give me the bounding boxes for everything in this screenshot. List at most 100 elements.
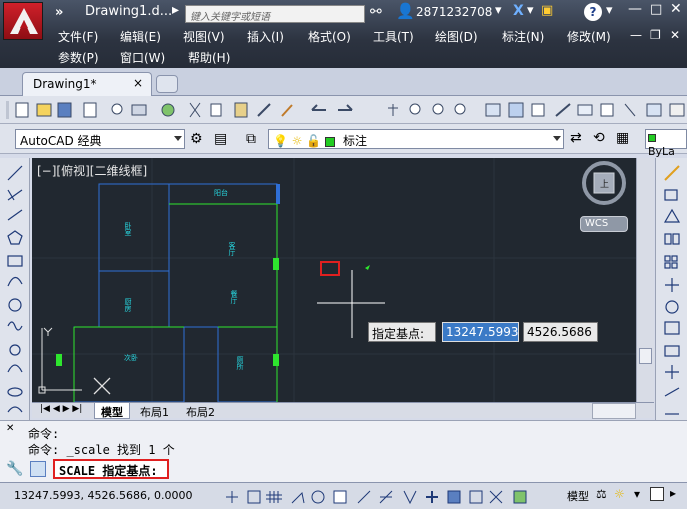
room-label-living: 客厅	[228, 241, 236, 256]
status-bar: 13247.5993, 4526.5686, 0.0000 模型 ⚖ ☼ ▾ ▸	[0, 482, 687, 509]
viewcube[interactable]: 上	[582, 161, 626, 205]
command-input[interactable]: SCALE 指定基点:	[53, 459, 169, 479]
layer-state-icon[interactable]: ▦	[616, 130, 629, 146]
draw-toolbar-icons	[7, 165, 23, 413]
blue-walls	[73, 183, 278, 402]
command-window-close-icon[interactable]: ✕	[6, 423, 14, 434]
quick-access-expand[interactable]: »	[55, 5, 63, 20]
scroll-thumb[interactable]	[639, 348, 652, 364]
menu-view[interactable]: 视图(V)	[183, 28, 225, 45]
menu-format[interactable]: 格式(O)	[308, 28, 351, 45]
make-current-layer-icon[interactable]: ⇄	[570, 130, 582, 146]
maximize-icon[interactable]: □	[650, 2, 662, 17]
menu-parametric[interactable]: 参数(P)	[58, 49, 99, 66]
viewport-controls-label[interactable]: [−][俯视][二维线框]	[37, 162, 147, 179]
menu-file[interactable]: 文件(F)	[58, 28, 98, 45]
search-input[interactable]: 键入关键字或短语	[185, 5, 365, 23]
layer-previous-icon[interactable]: ⟲	[593, 130, 605, 146]
recent-commands-icon[interactable]	[30, 461, 46, 477]
layer-name: 标注	[342, 134, 367, 148]
menu-dimension[interactable]: 标注(N)	[502, 28, 544, 45]
layer-select[interactable]: 💡 ☼ 🔓 标注	[268, 129, 564, 149]
horizontal-scroll-thumb[interactable]	[592, 403, 636, 419]
layer-toolbar: AutoCAD 经典 ⚙ ▤ ⧉ 💡 ☼ 🔓 标注 ⇄ ⟲ ▦ ByLa	[0, 124, 687, 158]
autocad-logo-icon	[10, 8, 38, 34]
wcs-menu[interactable]: WCS	[580, 216, 628, 232]
title-dropdown-icon-2[interactable]: ▾	[527, 3, 534, 18]
file-tab-strip: Drawing1* ×	[0, 68, 687, 96]
clean-screen-icon[interactable]	[650, 487, 664, 501]
annotation-scale-icon[interactable]: ⚖	[596, 487, 607, 501]
doc-close-icon[interactable]: ✕	[670, 28, 680, 42]
minimize-icon[interactable]: —	[628, 1, 642, 17]
model-space-toggle[interactable]: 模型	[567, 488, 589, 504]
workspace-settings-gear-icon[interactable]: ⚙	[190, 131, 203, 147]
drawing-geometry: 阳台 卧室 客厅 餐厅 厨房 次卧 厕所 上	[32, 158, 654, 402]
highlight-marker	[320, 261, 340, 276]
room-label-dining: 餐厅	[230, 289, 238, 304]
color-select[interactable]: ByLa	[645, 129, 687, 158]
room-label-balcony: 阳台	[214, 188, 228, 197]
new-tab-button[interactable]	[156, 75, 178, 93]
binoculars-icon[interactable]: ⚯	[370, 4, 382, 20]
title-expand-icon[interactable]: ▸	[172, 2, 179, 18]
layer-color-swatch	[325, 136, 336, 147]
workspace-select[interactable]: AutoCAD 经典	[15, 129, 185, 149]
menu-draw[interactable]: 绘图(D)	[435, 28, 478, 45]
close-icon[interactable]: ✕	[670, 1, 682, 17]
status-menu-icon[interactable]: ▾	[634, 487, 640, 501]
wrench-icon[interactable]: 🔧	[6, 461, 23, 477]
document-title: Drawing1.d...	[85, 4, 173, 19]
command-history-line-2: 命令: _scale 找到 1 个	[28, 443, 175, 457]
green-point	[365, 265, 370, 270]
command-history-line-1: 命令:	[28, 427, 60, 441]
help-dropdown-icon[interactable]: ▾	[606, 3, 613, 18]
menu-insert[interactable]: 插入(I)	[247, 28, 284, 45]
modify-toolbar-icons	[663, 165, 681, 415]
menu-modify[interactable]: 修改(M)	[567, 28, 611, 45]
status-more-icon[interactable]: ▸	[670, 486, 676, 500]
title-dropdown-icon[interactable]: ▾	[495, 3, 502, 18]
lightbulb-icon: 💡	[273, 134, 288, 148]
exchange-x-icon[interactable]: X	[513, 3, 524, 19]
workspace-value: AutoCAD 经典	[20, 134, 102, 148]
drawing-canvas[interactable]: 阳台 卧室 客厅 餐厅 厨房 次卧 厕所 上 [−][俯视][二维线框] WCS…	[32, 158, 654, 402]
menu-tools[interactable]: 工具(T)	[373, 28, 414, 45]
user-icon[interactable]: 👤	[396, 2, 415, 20]
dynamic-input-prompt: 指定基点:	[368, 322, 436, 342]
sun-icon: ☼	[291, 134, 303, 148]
doc-restore-icon[interactable]: ❐	[650, 28, 661, 42]
room-label-bedroom: 卧室	[124, 222, 132, 236]
layout-nav-first-icon[interactable]: |◀ ◀ ▶ ▶|	[34, 403, 88, 419]
help-icon[interactable]: ?	[584, 3, 602, 21]
app-store-icon[interactable]: ▣	[541, 3, 553, 18]
annotation-visibility-icon[interactable]: ☼	[614, 487, 625, 501]
workspace-toggle-icon[interactable]: ▤	[214, 131, 227, 147]
layout-tab-model[interactable]: 模型	[94, 403, 130, 419]
chevron-down-icon	[553, 136, 561, 141]
doc-minimize-icon[interactable]: —	[630, 28, 642, 42]
dynamic-input-x-field[interactable]: 13247.5993	[442, 322, 519, 342]
menu-edit[interactable]: 编辑(E)	[120, 28, 161, 45]
menu-window[interactable]: 窗口(W)	[120, 49, 165, 66]
layout-tab-layout2[interactable]: 布局2	[180, 403, 221, 419]
room-label-kitchen: 厨房	[124, 298, 132, 313]
menu-help[interactable]: 帮助(H)	[188, 49, 230, 66]
application-menu-button[interactable]	[3, 2, 43, 40]
layer-properties-icon[interactable]: ⧉	[246, 131, 256, 147]
dynamic-input-y-field[interactable]: 4526.5686	[523, 322, 598, 342]
color-value: ByLa	[648, 145, 675, 158]
tab-close-icon[interactable]: ×	[133, 76, 143, 90]
layout-tab-layout1[interactable]: 布局1	[134, 403, 175, 419]
layout-tab-bar: |◀ ◀ ▶ ▶| 模型 布局1 布局2	[32, 402, 654, 419]
file-tab-drawing1[interactable]: Drawing1* ×	[22, 72, 152, 96]
standard-toolbar-icons	[6, 101, 685, 119]
color-swatch	[648, 134, 656, 142]
user-id[interactable]: 2871232708	[416, 5, 492, 19]
draw-toolbar	[0, 158, 30, 420]
command-window: ✕ 命令: 命令: _scale 找到 1 个 🔧 SCALE 指定基点:	[0, 420, 687, 482]
file-tab-label: Drawing1*	[33, 77, 97, 91]
chevron-down-icon	[174, 136, 182, 141]
title-bar: » Drawing1.d... ▸ 键入关键字或短语 ⚯ 👤 287123270…	[0, 0, 687, 68]
vertical-scrollbar[interactable]	[636, 158, 654, 402]
